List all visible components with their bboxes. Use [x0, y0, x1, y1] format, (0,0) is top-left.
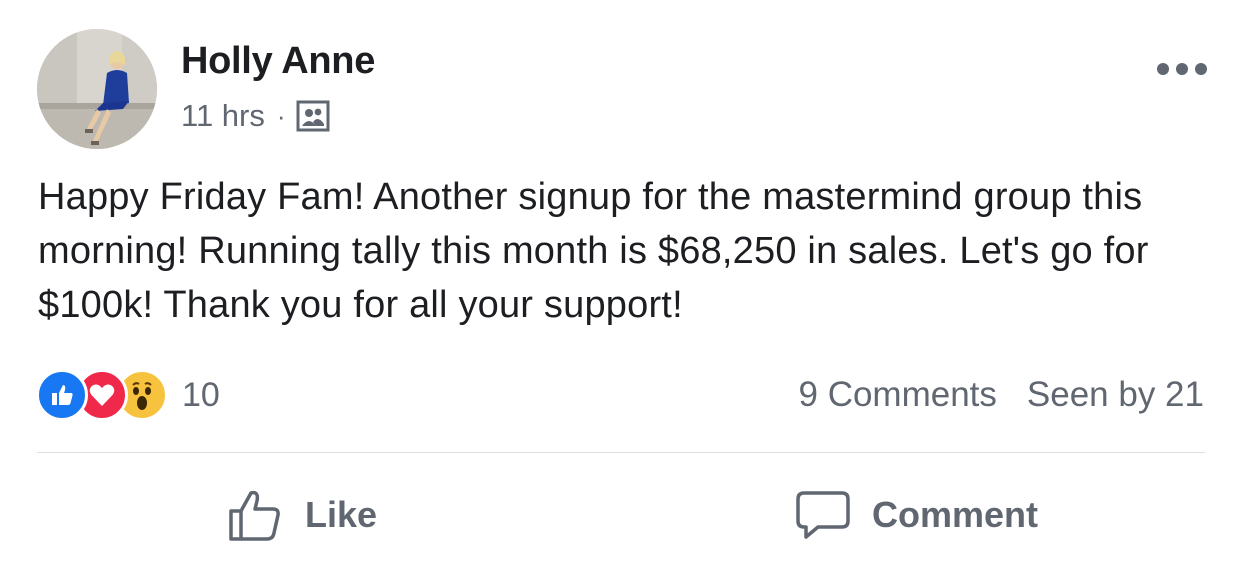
reaction-count: 10: [182, 375, 220, 414]
post-stats: 9 Comments Seen by 21: [799, 370, 1205, 420]
like-reaction-icon: [36, 369, 88, 421]
meta-separator: ·: [276, 101, 286, 131]
avatar-photo: [37, 29, 157, 149]
thumbs-up-icon: [229, 490, 280, 541]
comment-button[interactable]: Comment: [794, 480, 1038, 550]
more-options-icon[interactable]: [1152, 54, 1212, 84]
like-button[interactable]: Like: [227, 480, 377, 550]
like-label: Like: [305, 494, 378, 535]
seen-by-count[interactable]: Seen by 21: [1027, 375, 1204, 415]
reactions-summary[interactable]: 10: [36, 369, 220, 421]
post-text: Happy Friday Fam! Another signup for the…: [38, 176, 1149, 326]
dot: [1195, 63, 1207, 75]
comment-icon: [796, 491, 850, 539]
group-audience-icon[interactable]: [296, 100, 330, 132]
dot: [1176, 63, 1188, 75]
divider: [37, 452, 1205, 453]
author-avatar[interactable]: [37, 29, 157, 149]
comment-label: Comment: [872, 494, 1039, 535]
dot: [1157, 63, 1169, 75]
author-name[interactable]: Holly Anne: [181, 40, 375, 83]
comments-count[interactable]: 9 Comments: [799, 375, 997, 415]
post-meta: 11 hrs ·: [181, 96, 330, 136]
post-timestamp[interactable]: 11 hrs: [181, 98, 265, 134]
